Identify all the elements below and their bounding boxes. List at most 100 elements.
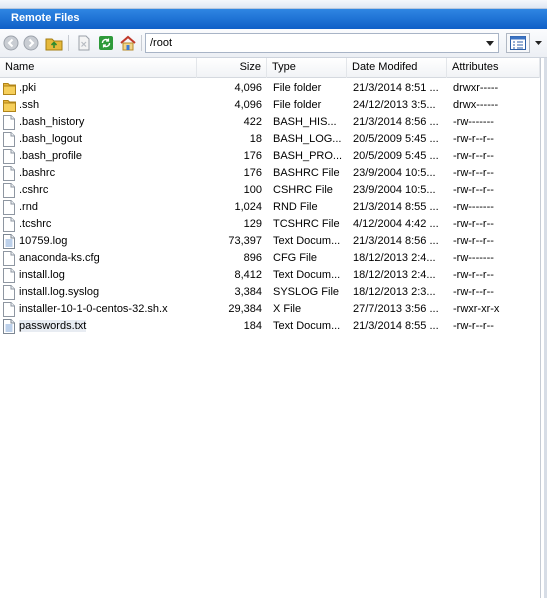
- file-attributes: -rw-r--r--: [453, 235, 494, 247]
- file-attributes: -rw-r--r--: [453, 133, 494, 145]
- view-mode-button[interactable]: [506, 33, 530, 53]
- file-attributes: -rwxr-xr-x: [453, 303, 500, 315]
- file-icon: [3, 132, 16, 147]
- file-name-text: .rnd: [19, 201, 38, 213]
- file-type: RND File: [273, 201, 318, 213]
- file-name: installer-10-1-0-centos-32.sh.x: [19, 303, 197, 315]
- file-row[interactable]: install.log.syslog 3,384 SYSLOG File 18/12/…: [0, 284, 540, 301]
- view-chevron-down-icon[interactable]: [533, 37, 543, 49]
- file-row[interactable]: .bash_logout 18 BASH_LOG... 20/5/2009 5:45 …: [0, 131, 540, 148]
- file-type: BASH_HIS...: [273, 116, 337, 128]
- file-date-modified: 20/5/2009 5:45 ...: [353, 150, 439, 162]
- panel-title-bar: Remote Files: [0, 9, 547, 29]
- file-icon: [3, 115, 16, 130]
- file-attributes: -rw-r--r--: [453, 320, 494, 332]
- file-name: .bash_logout: [19, 133, 197, 145]
- file-name: passwords.txt: [19, 320, 197, 332]
- up-folder-icon[interactable]: [45, 34, 63, 52]
- file-type: Text Docum...: [273, 269, 341, 281]
- window-top-strip: [0, 0, 547, 9]
- file-icon: [3, 200, 16, 215]
- file-name: .cshrc: [19, 184, 197, 196]
- file-date-modified: 18/12/2013 2:4...: [353, 269, 436, 281]
- file-name: .pki: [19, 82, 197, 94]
- delete-icon[interactable]: [75, 34, 93, 52]
- file-row[interactable]: .ssh 4,096 File folder 24/12/2013 3:5... drw…: [0, 97, 540, 114]
- file-name-text: .bashrc: [19, 167, 56, 179]
- file-attributes: -rw-------: [453, 201, 494, 213]
- column-header-size[interactable]: Size: [197, 58, 267, 78]
- file-row[interactable]: .bashrc 176 BASHRC File 23/9/2004 10:5... -r…: [0, 165, 540, 182]
- file-date-modified: 27/7/2013 3:56 ...: [353, 303, 439, 315]
- file-attributes: -rw-r--r--: [453, 184, 494, 196]
- file-row[interactable]: install.log 8,412 Text Docum... 18/12/2013 …: [0, 267, 540, 284]
- file-row[interactable]: .pki 4,096 File folder 21/3/2014 8:51 ... dr…: [0, 80, 540, 97]
- file-name-text: install.log.syslog: [19, 286, 100, 298]
- file-icon: [3, 251, 16, 266]
- file-date-modified: 20/5/2009 5:45 ...: [353, 133, 439, 145]
- toolbar-separator: [68, 35, 69, 51]
- file-row[interactable]: passwords.txt 184 Text Docum... 21/3/2014 8…: [0, 318, 540, 335]
- column-header-name[interactable]: Name: [0, 58, 197, 78]
- back-icon[interactable]: [2, 34, 20, 52]
- file-icon: [3, 183, 16, 198]
- folder-icon: [3, 81, 16, 96]
- forward-icon[interactable]: [22, 34, 40, 52]
- column-header-row: Name Size Type Date Modifed Attributes: [0, 58, 540, 78]
- file-row[interactable]: .rnd 1,024 RND File 21/3/2014 8:55 ... -rw--…: [0, 199, 540, 216]
- file-name: .bash_profile: [19, 150, 197, 162]
- file-date-modified: 18/12/2013 2:3...: [353, 286, 436, 298]
- file-name-text: .pki: [19, 82, 37, 94]
- file-row[interactable]: anaconda-ks.cfg 896 CFG File 18/12/2013 2:4…: [0, 250, 540, 267]
- column-header-type[interactable]: Type: [267, 58, 347, 78]
- file-name: .bashrc: [19, 167, 197, 179]
- file-size: 4,096: [234, 99, 262, 111]
- file-name: .ssh: [19, 99, 197, 111]
- file-type: BASH_LOG...: [273, 133, 342, 145]
- text-document-icon: [3, 234, 16, 249]
- file-name-text: installer-10-1-0-centos-32.sh.x: [19, 303, 168, 315]
- file-type: CSHRC File: [273, 184, 333, 196]
- file-date-modified: 23/9/2004 10:5...: [353, 167, 436, 179]
- file-type: BASH_PRO...: [273, 150, 343, 162]
- file-attributes: -rw-------: [453, 116, 494, 128]
- file-row[interactable]: 10759.log 73,397 Text Docum... 21/3/2014 8:…: [0, 233, 540, 250]
- file-size: 100: [243, 184, 262, 196]
- toolbar: /root: [0, 29, 547, 58]
- chevron-down-icon[interactable]: [484, 36, 496, 50]
- column-header-attributes[interactable]: Attributes: [447, 58, 540, 78]
- view-mode-icon: [510, 36, 526, 50]
- file-icon: [3, 302, 16, 317]
- path-input[interactable]: /root: [150, 37, 172, 49]
- file-attributes: -rw-r--r--: [453, 150, 494, 162]
- path-combobox[interactable]: /root: [145, 33, 499, 53]
- file-attributes: -rw-------: [453, 252, 494, 264]
- file-row[interactable]: .bash_profile 176 BASH_PRO... 20/5/2009 5:4…: [0, 148, 540, 165]
- file-row[interactable]: installer-10-1-0-centos-32.sh.x 29,384 X F…: [0, 301, 540, 318]
- file-name-text: .bash_profile: [19, 150, 82, 162]
- file-type: BASHRC File: [273, 167, 340, 179]
- file-icon: [3, 166, 16, 181]
- file-attributes: -rw-r--r--: [453, 286, 494, 298]
- file-name: 10759.log: [19, 235, 197, 247]
- file-row[interactable]: .bash_history 422 BASH_HIS... 21/3/2014 8:5…: [0, 114, 540, 131]
- file-row[interactable]: .cshrc 100 CSHRC File 23/9/2004 10:5... -rw-…: [0, 182, 540, 199]
- file-date-modified: 4/12/2004 4:42 ...: [353, 218, 439, 230]
- home-icon[interactable]: [119, 34, 137, 52]
- file-size: 422: [243, 116, 262, 128]
- file-date-modified: 24/12/2013 3:5...: [353, 99, 436, 111]
- column-header-date[interactable]: Date Modifed: [347, 58, 447, 78]
- file-name: .rnd: [19, 201, 197, 213]
- file-name-text: 10759.log: [19, 235, 68, 247]
- refresh-icon[interactable]: [97, 34, 115, 52]
- file-name-text: .cshrc: [19, 184, 49, 196]
- file-type: File folder: [273, 82, 322, 94]
- text-document-icon: [3, 319, 16, 334]
- file-attributes: -rw-r--r--: [453, 218, 494, 230]
- file-icon: [3, 268, 16, 283]
- file-type: X File: [273, 303, 302, 315]
- file-size: 73,397: [228, 235, 262, 247]
- file-size: 184: [243, 320, 262, 332]
- file-type: File folder: [273, 99, 322, 111]
- file-row[interactable]: .tcshrc 129 TCSHRC File 4/12/2004 4:42 ... -…: [0, 216, 540, 233]
